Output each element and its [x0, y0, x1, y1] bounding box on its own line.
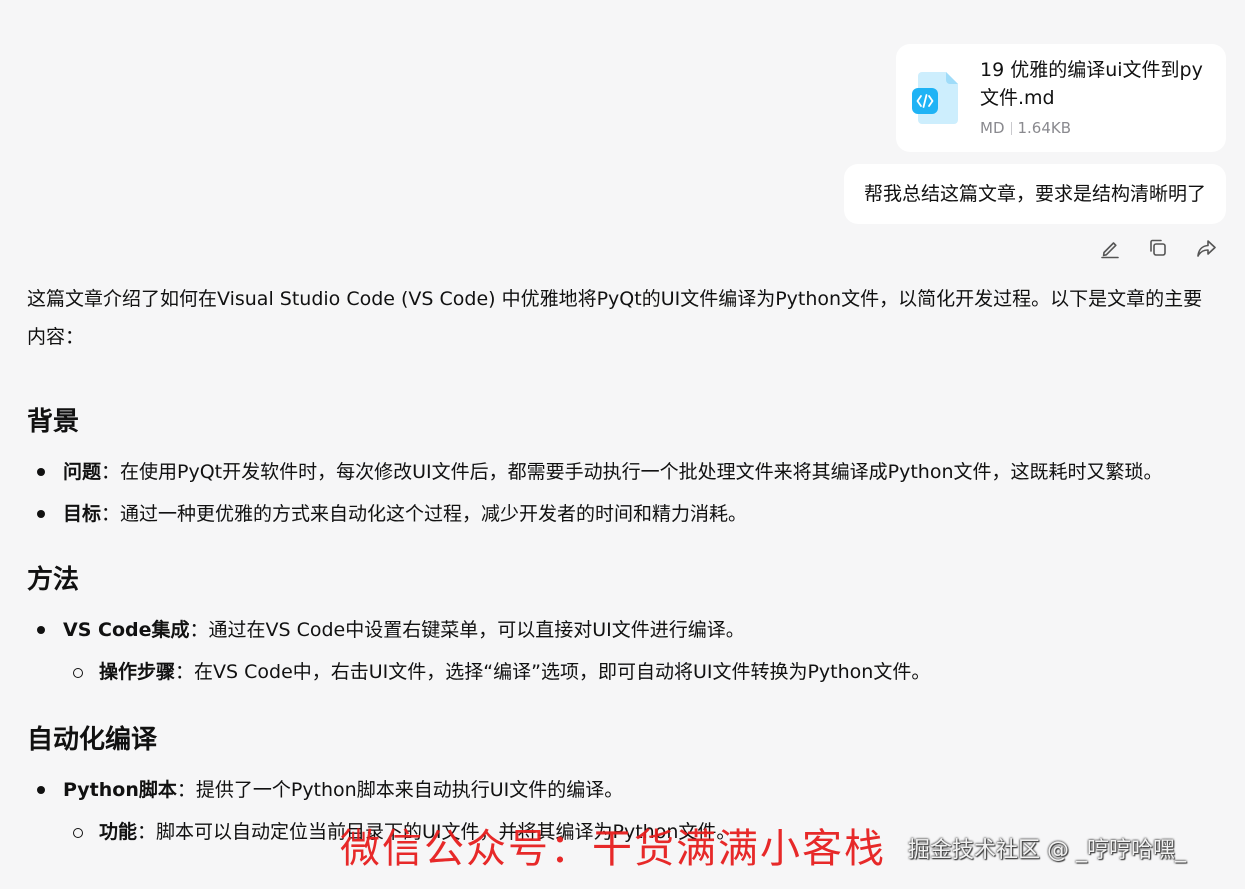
- edit-button[interactable]: [1098, 236, 1122, 260]
- chat-window: 19 优雅的编译ui文件到py文件.md MD 1.64KB 帮我总结这篇文章，…: [0, 0, 1245, 889]
- attachment-file-type: MD: [980, 119, 1005, 137]
- copy-icon: [1150, 239, 1166, 256]
- list-item: 目标：通过一种更优雅的方式来自动化这个过程，减少开发者的时间和精力消耗。: [27, 496, 1219, 532]
- wechat-watermark: 微信公众号：干货满满小客栈: [340, 826, 886, 872]
- answer-intro: 这篇文章介绍了如何在Visual Studio Code (VS Code) 中…: [27, 288, 1203, 348]
- user-message-bubble: 帮我总结这篇文章，要求是结构清晰明了: [843, 164, 1226, 224]
- attachment-meta: MD 1.64KB: [980, 118, 1071, 138]
- list-item-term: Python脚本: [63, 779, 177, 801]
- section-list-background: 问题：在使用PyQt开发软件时，每次修改UI文件后，都需要手动执行一个批处理文件…: [27, 454, 1219, 532]
- list-item-term: 目标: [63, 503, 102, 525]
- list-item-term: 功能: [99, 821, 138, 843]
- list-item-term: 问题: [63, 461, 102, 483]
- list-item: 问题：在使用PyQt开发软件时，每次修改UI文件后，都需要手动执行一个批处理文件…: [27, 454, 1219, 490]
- edit-icon: [1101, 242, 1119, 259]
- copy-button[interactable]: [1146, 236, 1170, 260]
- section-title-method: 方法: [27, 565, 80, 595]
- list-item-text: ：通过在VS Code中设置右键菜单，可以直接对UI文件进行编译。: [189, 619, 745, 641]
- section-title-background: 背景: [27, 407, 80, 437]
- list-item-text: ：在使用PyQt开发软件时，每次修改UI文件后，都需要手动执行一个批处理文件来将…: [101, 461, 1163, 483]
- message-actions: [1098, 236, 1218, 260]
- list-item-text: ：在VS Code中，右击UI文件，选择“编译”选项，即可自动将UI文件转换为P…: [175, 661, 931, 683]
- share-button[interactable]: [1194, 236, 1218, 260]
- attachment-file-size: 1.64KB: [1017, 119, 1072, 137]
- juejin-watermark: 掘金技术社区 @ _哼哼哈嘿_: [908, 838, 1186, 863]
- section-list-method: VS Code集成：通过在VS Code中设置右键菜单，可以直接对UI文件进行编…: [27, 612, 1219, 648]
- share-icon: [1197, 240, 1216, 257]
- list-item-text: ：提供了一个Python脚本来自动执行UI文件的编译。: [176, 779, 624, 801]
- code-file-icon: [912, 72, 958, 124]
- sub-list-method: 操作步骤：在VS Code中，右击UI文件，选择“编译”选项，即可自动将UI文件…: [27, 654, 1219, 690]
- section-title-automation: 自动化编译: [27, 725, 158, 755]
- list-item-term: 操作步骤: [99, 661, 176, 683]
- list-item-text: ：通过一种更优雅的方式来自动化这个过程，减少开发者的时间和精力消耗。: [101, 503, 748, 525]
- attachment-card[interactable]: 19 优雅的编译ui文件到py文件.md MD 1.64KB: [896, 44, 1226, 152]
- section-list-automation: Python脚本：提供了一个Python脚本来自动执行UI文件的编译。: [27, 772, 1219, 808]
- attachment-file-name: 19 优雅的编译ui文件到py文件.md: [980, 59, 1203, 109]
- list-item: VS Code集成：通过在VS Code中设置右键菜单，可以直接对UI文件进行编…: [27, 612, 1219, 648]
- meta-divider: [1010, 121, 1012, 135]
- sub-list-item: 操作步骤：在VS Code中，右击UI文件，选择“编译”选项，即可自动将UI文件…: [63, 654, 1219, 690]
- list-item-term: VS Code集成: [63, 619, 190, 641]
- list-item: Python脚本：提供了一个Python脚本来自动执行UI文件的编译。: [27, 772, 1219, 808]
- assistant-answer: 这篇文章介绍了如何在Visual Studio Code (VS Code) 中…: [27, 280, 1219, 850]
